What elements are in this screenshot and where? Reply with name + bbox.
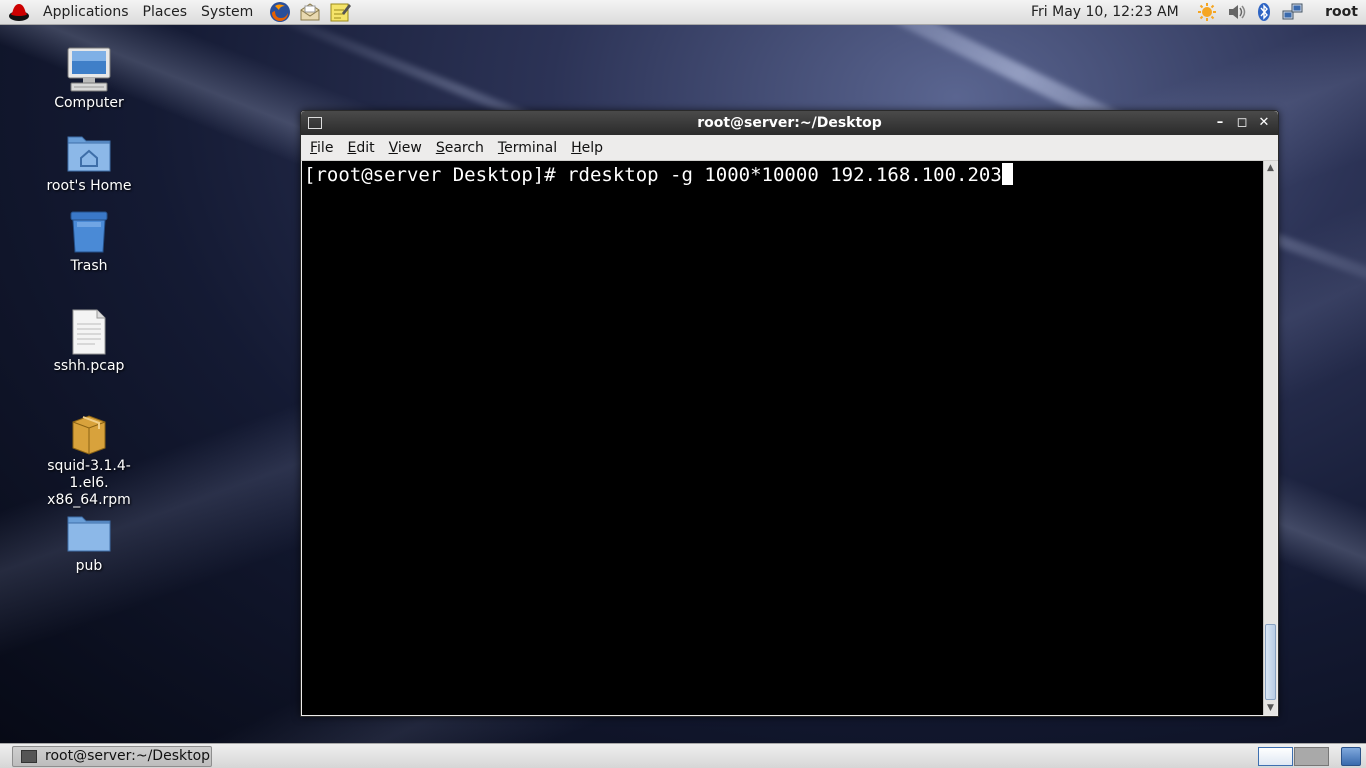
computer-icon (67, 47, 111, 92)
menu-help[interactable]: Help (564, 135, 610, 161)
terminal-output[interactable]: [root@server Desktop]# rdesktop -g 1000*… (302, 161, 1265, 715)
menu-system[interactable]: System (194, 0, 260, 25)
menu-edit[interactable]: Edit (340, 135, 381, 161)
menu-search[interactable]: Search (429, 135, 491, 161)
close-button[interactable]: ✕ (1254, 111, 1274, 135)
network-icon (1282, 3, 1303, 20)
mail-icon (300, 3, 320, 21)
weather-icon (1198, 3, 1216, 21)
bottom-panel: root@server:~/Desktop (0, 743, 1366, 768)
notes-launcher[interactable] (328, 1, 352, 23)
desktop-icon-home[interactable]: root's Home (29, 128, 149, 195)
terminal-command-line: [root@server Desktop]# rdesktop -g 1000*… (304, 164, 1002, 186)
redhat-logo-icon[interactable] (8, 2, 30, 22)
terminal-icon (21, 750, 37, 763)
desktop-icon-label-line2: x86_64.rpm (47, 492, 131, 508)
desktop-icon-label: Trash (70, 258, 108, 274)
package-icon (72, 415, 106, 455)
firefox-icon (270, 2, 291, 22)
menu-view[interactable]: View (382, 135, 429, 161)
terminal-window-icon[interactable] (308, 117, 322, 129)
desktop-icon-label: Computer (54, 95, 124, 111)
desktop-icon-pub[interactable]: pub (29, 508, 149, 575)
menu-places[interactable]: Places (136, 0, 195, 25)
menu-applications[interactable]: Applications (36, 0, 136, 25)
mail-launcher[interactable] (298, 1, 322, 23)
desktop-icon-sshh-pcap[interactable]: sshh.pcap (29, 308, 149, 375)
taskbar-button-label: root@server:~/Desktop (45, 748, 211, 764)
taskbar-terminal-button[interactable]: root@server:~/Desktop (12, 746, 212, 767)
network-tray[interactable] (1282, 2, 1304, 22)
workspace-1[interactable] (1258, 747, 1293, 766)
weather-tray[interactable] (1196, 2, 1218, 22)
top-panel: Applications Places System Fri May 10, 1… (0, 0, 1366, 25)
desktop-icon-computer[interactable]: Computer (29, 45, 149, 112)
folder-icon (67, 516, 111, 552)
desktop-icon-label-line1: squid-3.1.4-1.el6. (47, 458, 131, 491)
scroll-down-arrow-icon[interactable]: ▼ (1264, 701, 1277, 715)
desktop-icon-trash[interactable]: Trash (29, 208, 149, 275)
scrollbar-thumb[interactable] (1265, 624, 1276, 700)
terminal-scrollbar[interactable]: ▲ ▼ (1263, 161, 1277, 715)
menu-terminal[interactable]: Terminal (491, 135, 564, 161)
show-desktop-icon[interactable] (1341, 747, 1361, 766)
workspace-2[interactable] (1294, 747, 1329, 766)
minimize-button[interactable]: – (1210, 111, 1230, 135)
terminal-window: root@server:~/Desktop – ◻ ✕ File Edit Vi… (300, 110, 1279, 717)
notes-icon (330, 3, 352, 22)
scroll-up-arrow-icon[interactable]: ▲ (1264, 161, 1277, 175)
maximize-button[interactable]: ◻ (1232, 111, 1252, 135)
desktop-icon-label: root's Home (46, 178, 132, 194)
bluetooth-tray[interactable] (1253, 2, 1275, 22)
panel-clock[interactable]: Fri May 10, 12:23 AM (1031, 0, 1179, 24)
trash-icon (70, 211, 108, 253)
desktop-icon-squid-rpm[interactable]: squid-3.1.4-1.el6. x86_64.rpm (29, 408, 149, 509)
panel-user-name[interactable]: root (1325, 0, 1358, 24)
menu-file[interactable]: File (303, 135, 340, 161)
volume-icon (1229, 5, 1246, 19)
terminal-menubar: File Edit View Search Terminal Help (301, 135, 1278, 161)
bluetooth-icon (1258, 3, 1270, 21)
text-file-icon (72, 309, 106, 355)
window-titlebar[interactable]: root@server:~/Desktop – ◻ ✕ (301, 111, 1278, 135)
window-title: root@server:~/Desktop (697, 115, 882, 131)
home-folder-icon (67, 136, 111, 172)
text-cursor (1001, 163, 1013, 185)
firefox-launcher[interactable] (268, 1, 292, 23)
desktop-icon-label: sshh.pcap (53, 358, 125, 374)
volume-tray[interactable] (1225, 2, 1247, 22)
desktop-icon-label: pub (75, 558, 103, 574)
